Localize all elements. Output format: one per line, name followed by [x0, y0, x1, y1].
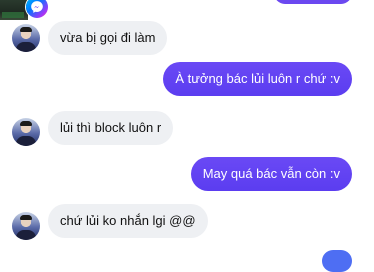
avatar-shirt: [16, 230, 36, 240]
avatar-hair: [20, 215, 32, 220]
avatar-hair: [20, 27, 32, 32]
avatar-hair: [20, 121, 32, 126]
message-bubble-outgoing[interactable]: À tưởng bác lủi luôn r chứ :v: [163, 62, 352, 96]
next-outgoing-bubble[interactable]: [322, 250, 352, 272]
message-bubble-outgoing[interactable]: May quá bác vẫn còn :v: [190, 157, 352, 191]
video-thumbnail[interactable]: [0, 0, 28, 20]
previous-outgoing-bubble[interactable]: [274, 0, 352, 4]
message-bubble-incoming[interactable]: chứ lủi ko nhắn lgi @@: [48, 204, 208, 238]
messenger-icon[interactable]: [26, 0, 48, 18]
contact-avatar[interactable]: [12, 212, 40, 240]
message-bubble-incoming[interactable]: lủi thì block luôn r: [48, 111, 174, 145]
chat-thread: vừa bị gọi đi làm À tưởng bác lủi luôn r…: [0, 0, 374, 272]
contact-avatar[interactable]: [12, 118, 40, 146]
contact-avatar[interactable]: [12, 24, 40, 52]
message-bubble-incoming[interactable]: vừa bị gọi đi làm: [48, 21, 168, 55]
avatar-shirt: [16, 136, 36, 146]
avatar-shirt: [16, 42, 36, 52]
